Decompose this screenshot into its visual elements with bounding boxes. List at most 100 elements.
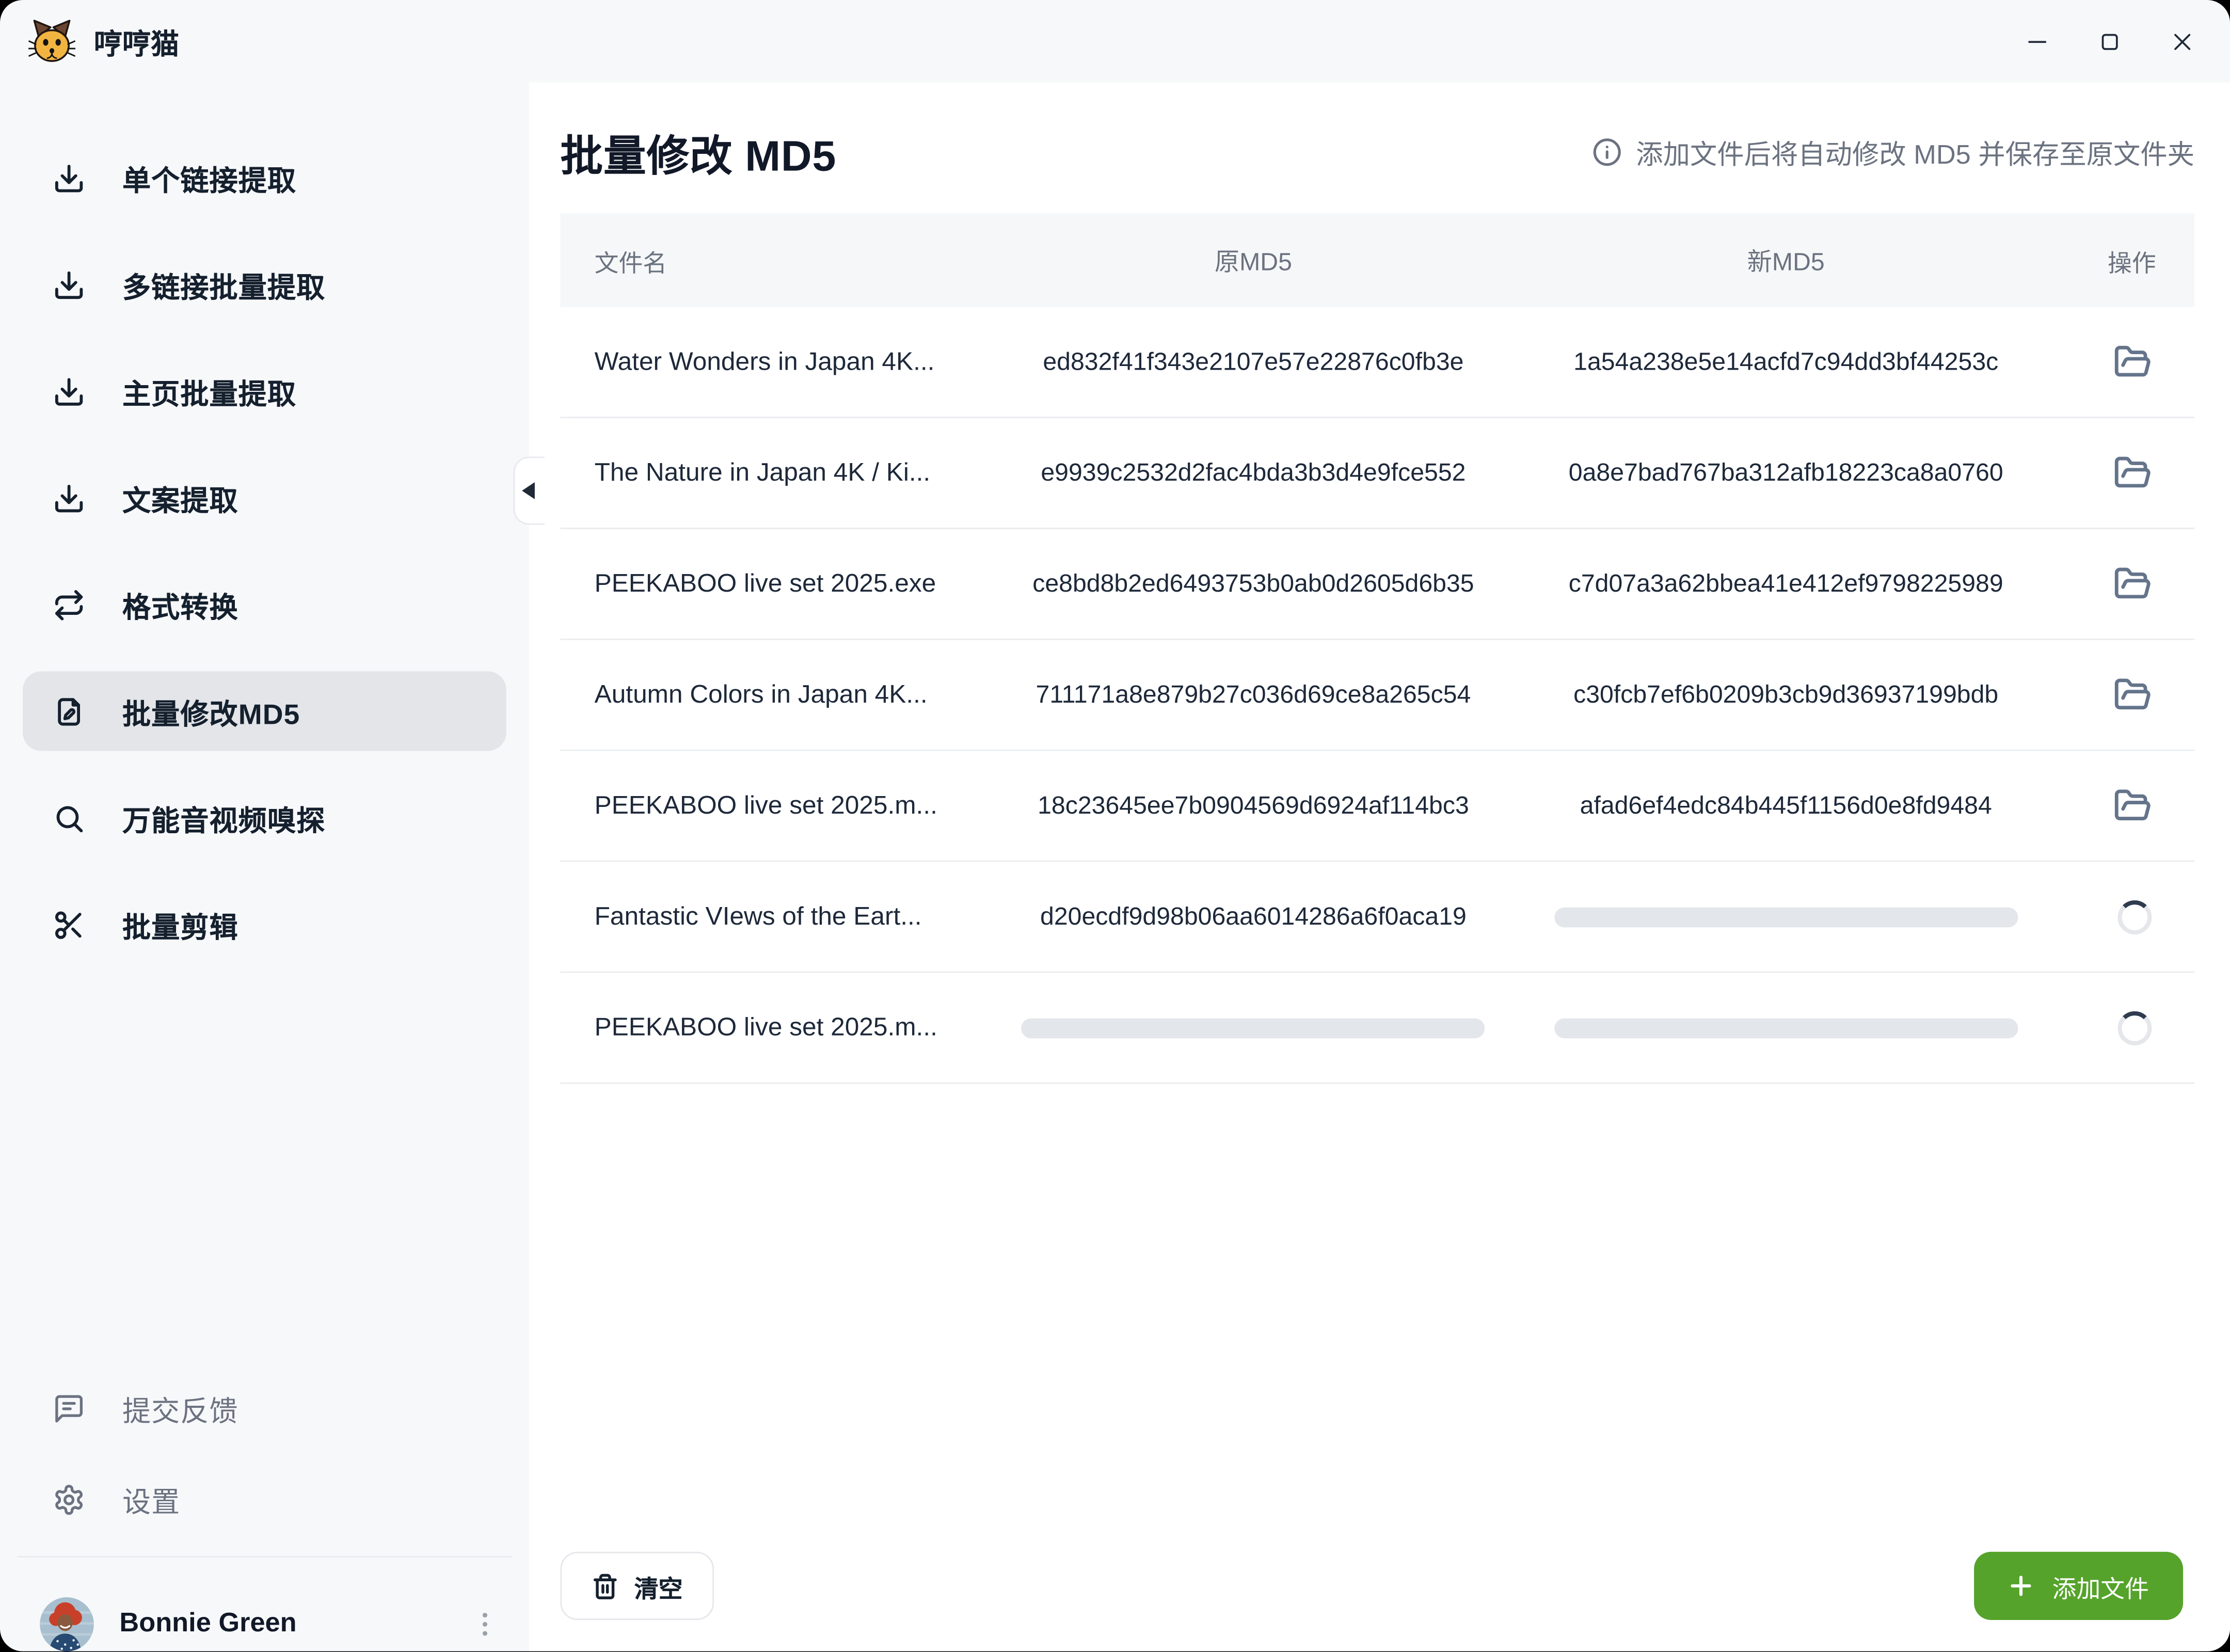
open-folder-icon[interactable] <box>2113 787 2152 825</box>
gear-icon <box>53 1483 85 1515</box>
column-header-filename: 文件名 <box>561 243 987 278</box>
cell-new-md5: 1a54a238e5e14acfd7c94dd3bf44253c <box>1520 347 2052 377</box>
loading-placeholder <box>1554 1018 2018 1038</box>
table-row: Autumn Colors in Japan 4K... 711171a8e87… <box>561 640 2195 751</box>
add-files-button-label: 添加文件 <box>2052 1568 2149 1604</box>
repeat-icon <box>53 588 85 621</box>
cell-action <box>2052 343 2195 381</box>
sidebar-item-5[interactable]: 格式转换 <box>23 565 506 644</box>
md5-table: 文件名 原MD5 新MD5 操作 Water Wonders in Japan … <box>561 213 2195 1084</box>
maximize-icon[interactable] <box>2095 27 2123 55</box>
cell-old-md5: e9939c2532d2fac4bda3b3d4e9fce552 <box>987 458 1520 488</box>
titlebar: 哼哼猫 <box>0 0 2230 83</box>
window-controls <box>2022 27 2196 55</box>
cell-filename: PEEKABOO live set 2025.exe <box>561 569 987 599</box>
cell-filename: PEEKABOO live set 2025.m... <box>561 791 987 821</box>
avatar <box>40 1597 94 1651</box>
sidebar-item-label: 批量修改MD5 <box>122 691 300 732</box>
cell-new-md5 <box>1520 907 2052 927</box>
clear-button-label: 清空 <box>634 1568 683 1604</box>
sidebar-item-label: 单个链接提取 <box>122 157 296 198</box>
sidebar-item-label: 批量剪辑 <box>122 904 238 945</box>
main-header: 批量修改 MD5 添加文件后将自动修改 MD5 并保存至原文件夹 <box>561 121 2195 183</box>
auto-save-hint: 添加文件后将自动修改 MD5 并保存至原文件夹 <box>1592 133 2194 171</box>
cell-filename: Fantastic VIews of the Eart... <box>561 902 987 932</box>
sidebar-nav: 单个链接提取 多链接批量提取 主页批量提取 文案提取 格式转换 批量修改MD5 … <box>0 138 529 964</box>
app-title: 哼哼猫 <box>94 21 179 62</box>
table-row: Fantastic VIews of the Eart... d20ecdf9d… <box>561 862 2195 973</box>
open-folder-icon[interactable] <box>2113 454 2152 492</box>
cell-action <box>2052 900 2195 934</box>
sidebar-item-label: 万能音视频嗅探 <box>122 797 325 838</box>
cell-filename: Autumn Colors in Japan 4K... <box>561 680 987 710</box>
table-row: PEEKABOO live set 2025.m... 18c23645ee7b… <box>561 751 2195 862</box>
sidebar-footer-item-label: 提交反馈 <box>122 1388 238 1429</box>
hint-text: 添加文件后将自动修改 MD5 并保存至原文件夹 <box>1636 133 2194 171</box>
cell-action <box>2052 454 2195 492</box>
app-window: 哼哼猫 单个链接提取 多链接批量提取 主页批量提取 文案提取 <box>0 0 2230 1651</box>
sidebar-collapse-button[interactable] <box>514 456 545 525</box>
cell-new-md5: afad6ef4edc84b445f1156d0e8fd9484 <box>1520 791 2052 821</box>
column-header-new-md5: 新MD5 <box>1520 243 2052 278</box>
user-row[interactable]: Bonnie Green <box>0 1558 529 1651</box>
sidebar-item-label: 主页批量提取 <box>122 371 296 412</box>
cell-new-md5: c30fcb7ef6b0209b3cb9d36937199bdb <box>1520 680 2052 710</box>
add-files-button[interactable]: 添加文件 <box>1974 1552 2183 1620</box>
loading-spinner <box>2117 900 2152 934</box>
sidebar-footer-item-1[interactable]: 提交反馈 <box>23 1368 506 1448</box>
sidebar: 单个链接提取 多链接批量提取 主页批量提取 文案提取 格式转换 批量修改MD5 … <box>0 83 529 1651</box>
sidebar-spacer <box>0 964 529 1368</box>
cell-new-md5 <box>1520 1018 2052 1038</box>
download-icon <box>53 375 85 407</box>
cell-old-md5: d20ecdf9d98b06aa6014286a6f0aca19 <box>987 902 1520 932</box>
sidebar-item-2[interactable]: 多链接批量提取 <box>23 245 506 324</box>
cell-action <box>2052 1011 2195 1045</box>
main-panel: 批量修改 MD5 添加文件后将自动修改 MD5 并保存至原文件夹 文件名 原MD… <box>529 83 2230 1651</box>
cell-action <box>2052 565 2195 603</box>
dots-vertical-icon[interactable] <box>469 1609 501 1640</box>
info-icon <box>1592 136 1623 168</box>
sidebar-item-6[interactable]: 批量修改MD5 <box>23 671 506 751</box>
sidebar-item-1[interactable]: 单个链接提取 <box>23 138 506 217</box>
file-pen-icon <box>53 695 85 727</box>
sidebar-item-label: 格式转换 <box>122 584 238 625</box>
table-row: PEEKABOO live set 2025.m... <box>561 973 2195 1084</box>
loading-placeholder <box>1554 907 2018 927</box>
actions-bar: 清空 添加文件 <box>561 1552 2184 1620</box>
cell-action <box>2052 787 2195 825</box>
sidebar-item-4[interactable]: 文案提取 <box>23 458 506 537</box>
table-row: PEEKABOO live set 2025.exe ce8bd8b2ed649… <box>561 529 2195 640</box>
sidebar-footer-item-2[interactable]: 设置 <box>23 1459 506 1539</box>
sidebar-item-3[interactable]: 主页批量提取 <box>23 352 506 431</box>
scissors-icon <box>53 908 85 941</box>
sidebar-item-7[interactable]: 万能音视频嗅探 <box>23 778 506 857</box>
open-folder-icon[interactable] <box>2113 565 2152 603</box>
cell-old-md5: 711171a8e879b27c036d69ce8a265c54 <box>987 680 1520 710</box>
table-row: The Nature in Japan 4K / Ki... e9939c253… <box>561 418 2195 529</box>
download-icon <box>53 268 85 300</box>
loading-placeholder <box>1022 1018 1485 1038</box>
column-header-actions: 操作 <box>2052 243 2195 278</box>
sidebar-item-label: 文案提取 <box>122 477 238 518</box>
cell-filename: Water Wonders in Japan 4K... <box>561 347 987 377</box>
minimize-icon[interactable] <box>2022 27 2051 55</box>
cat-logo-icon <box>28 18 75 65</box>
open-folder-icon[interactable] <box>2113 676 2152 714</box>
cell-action <box>2052 676 2195 714</box>
cell-filename: PEEKABOO live set 2025.m... <box>561 1013 987 1043</box>
cell-old-md5: ce8bd8b2ed6493753b0ab0d2605d6b35 <box>987 569 1520 599</box>
trash-icon <box>592 1572 618 1599</box>
sidebar-item-8[interactable]: 批量剪辑 <box>23 885 506 964</box>
cell-filename: The Nature in Japan 4K / Ki... <box>561 458 987 488</box>
sidebar-item-label: 多链接批量提取 <box>122 264 325 305</box>
column-header-old-md5: 原MD5 <box>987 243 1520 278</box>
cell-new-md5: 0a8e7bad767ba312afb18223ca8a0760 <box>1520 458 2052 488</box>
plus-icon <box>2008 1573 2034 1599</box>
loading-spinner <box>2117 1011 2152 1045</box>
close-icon[interactable] <box>2168 27 2196 55</box>
download-icon <box>53 162 85 194</box>
cell-old-md5: 18c23645ee7b0904569d6924af114bc3 <box>987 791 1520 821</box>
open-folder-icon[interactable] <box>2113 343 2152 381</box>
download-icon <box>53 482 85 514</box>
clear-button[interactable]: 清空 <box>561 1552 714 1620</box>
